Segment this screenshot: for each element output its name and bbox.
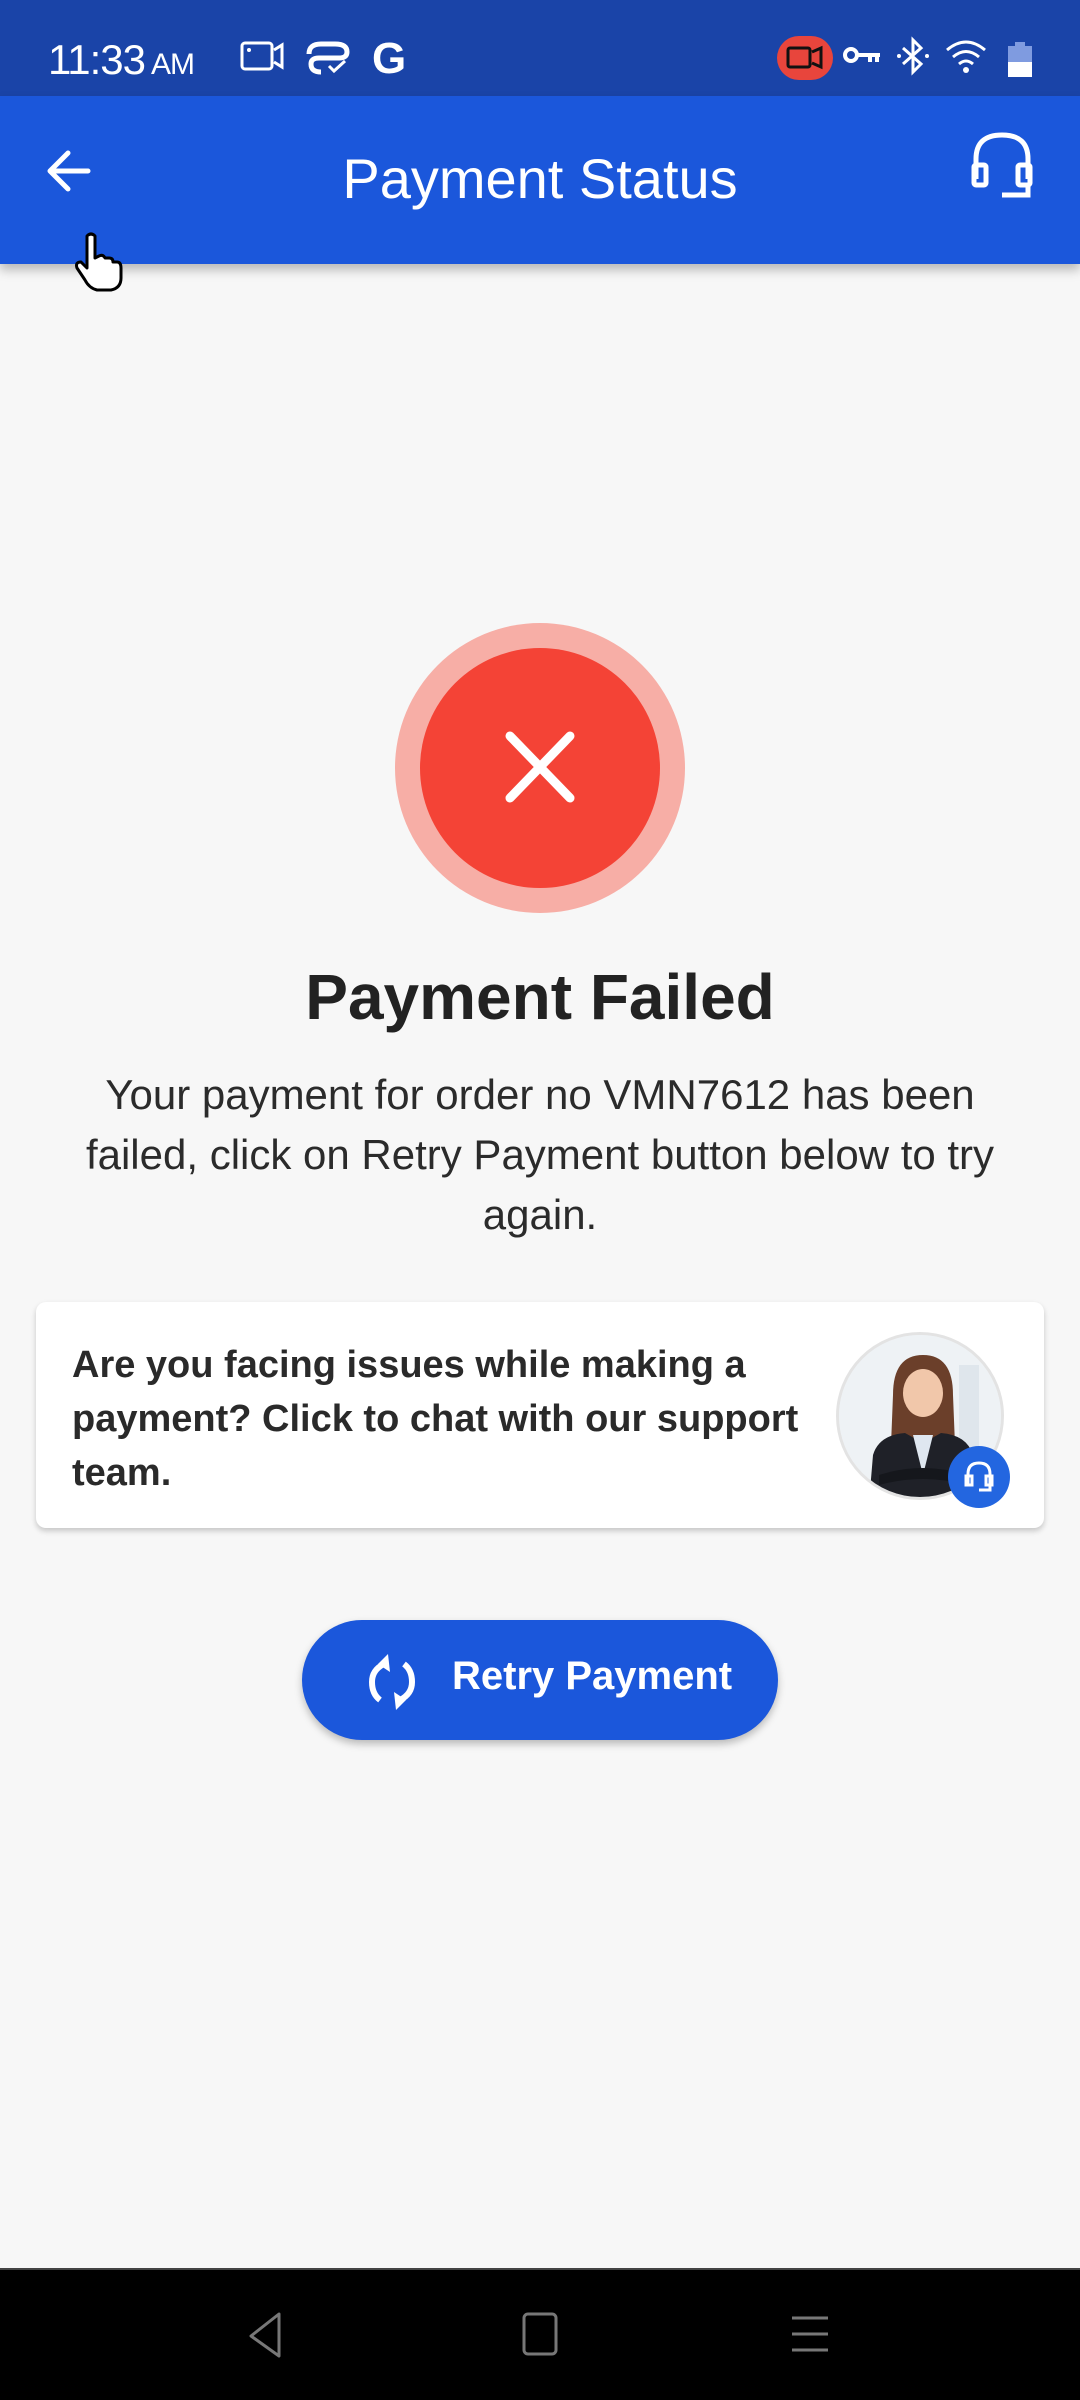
system-nav-bar <box>0 2268 1080 2400</box>
payment-failed-icon-inner <box>420 648 660 888</box>
cloud-check-icon <box>305 40 351 81</box>
vpn-key-icon <box>842 40 882 75</box>
payment-failed-icon <box>395 623 685 913</box>
battery-icon <box>1007 42 1033 83</box>
google-icon: G <box>372 34 407 83</box>
status-title: Payment Failed <box>305 961 775 1033</box>
status-bar: 11:33 AM G <box>0 0 1080 96</box>
support-card-text: Are you facing issues while making a pay… <box>72 1344 799 1494</box>
close-icon <box>505 731 575 803</box>
status-time-value: 11:33 <box>48 36 146 83</box>
headset-icon <box>964 1461 994 1492</box>
support-badge <box>948 1446 1010 1508</box>
wifi-icon <box>945 38 987 79</box>
page-title: Payment Status <box>342 147 738 210</box>
recording-indicator-icon <box>777 36 833 85</box>
retry-payment-label: Retry Payment <box>452 1654 733 1698</box>
menu-recents-icon <box>792 2316 828 2352</box>
nav-recents-button[interactable] <box>790 2310 830 2365</box>
nav-back-button[interactable] <box>245 2310 285 2365</box>
status-time: 11:33 AM <box>48 36 195 84</box>
nav-home-button[interactable] <box>520 2310 560 2365</box>
status-message: Your payment for order no VMN7612 has be… <box>85 1071 995 1238</box>
retry-payment-button[interactable]: Retry Payment <box>302 1620 778 1740</box>
screen-record-icon <box>240 40 286 77</box>
headset-icon <box>971 132 1033 198</box>
triangle-back-icon <box>249 2312 281 2358</box>
status-time-ampm: AM <box>151 48 195 81</box>
refresh-icon <box>364 1650 420 1719</box>
bluetooth-icon <box>895 36 931 81</box>
pointer-cursor-icon <box>75 232 125 297</box>
app-bar: Payment Status <box>0 96 1080 264</box>
support-button[interactable] <box>970 131 1050 221</box>
support-chat-card[interactable]: Are you facing issues while making a pay… <box>36 1302 1044 1528</box>
square-home-icon <box>522 2312 558 2356</box>
